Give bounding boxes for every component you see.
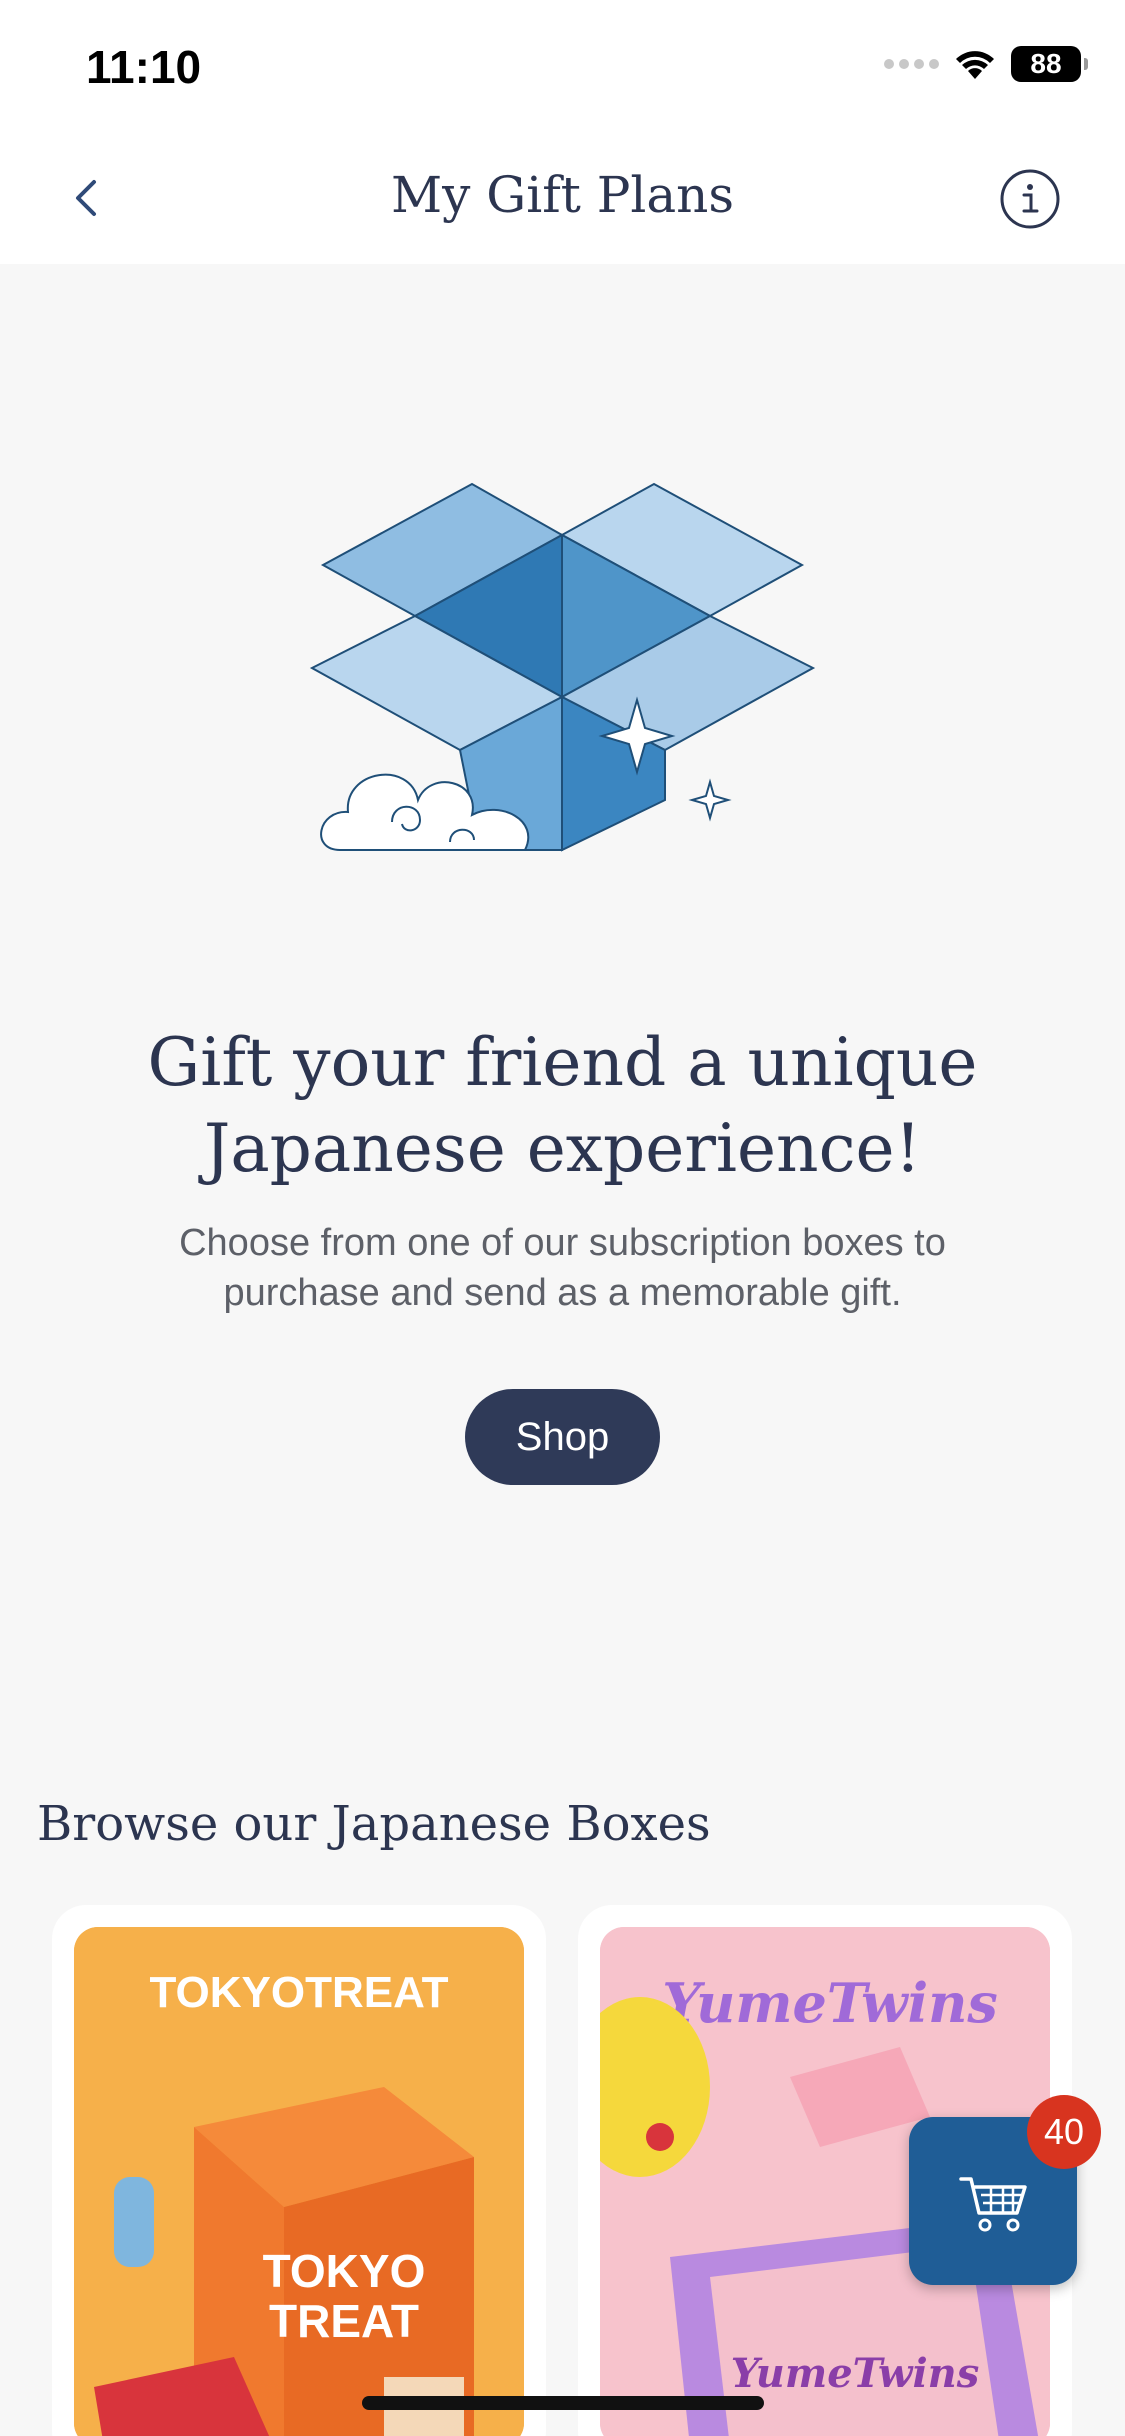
hero-heading: Gift your friend a unique Japanese exper… — [60, 1020, 1065, 1192]
gift-box-illustration — [309, 482, 816, 852]
hero-heading-line: Gift your friend a unique — [147, 1024, 978, 1101]
tokyotreat-box-text: TOKYO — [263, 2245, 426, 2297]
browse-heading: Browse our Japanese Boxes — [37, 1796, 711, 1852]
cart-count-badge: 40 — [1027, 2095, 1101, 2169]
home-indicator[interactable] — [362, 2396, 764, 2410]
status-bar: 11:10 88 — [0, 0, 1125, 132]
signal-icon — [884, 59, 939, 69]
box-image-tokyotreat: TOKYOTREAT TOKYO TREAT — [74, 1927, 524, 2436]
cart-icon — [959, 2177, 1027, 2232]
info-button[interactable] — [999, 168, 1061, 230]
tokyotreat-logo: TOKYOTREAT — [149, 1968, 448, 2017]
info-icon — [1000, 169, 1060, 229]
battery-icon: 88 — [1011, 46, 1088, 82]
page-title: My Gift Plans — [390, 166, 735, 224]
yumetwins-logo: YumeTwins — [662, 1971, 998, 2035]
tokyotreat-box-text: TREAT — [269, 2295, 419, 2347]
shop-button[interactable]: Shop — [465, 1389, 660, 1485]
hero-heading-line: Japanese experience! — [203, 1110, 922, 1187]
wifi-icon — [956, 51, 994, 79]
box-card-tokyotreat[interactable]: TOKYOTREAT TOKYO TREAT — [52, 1905, 546, 2436]
status-icons: 88 — [884, 46, 1088, 82]
yumetwins-box-text: YumeTwins — [731, 2350, 980, 2397]
hero-subtext-line: purchase and send as a memorable gift. — [223, 1272, 902, 1314]
hero-subtext-line: Choose from one of our subscription boxe… — [179, 1222, 946, 1264]
hero-subtext: Choose from one of our subscription boxe… — [110, 1218, 1015, 1318]
tokyotreat-product-photo: TOKYOTREAT TOKYO TREAT — [74, 1927, 524, 2436]
nav-bar: My Gift Plans — [0, 132, 1125, 264]
status-time: 11:10 — [86, 41, 202, 93]
